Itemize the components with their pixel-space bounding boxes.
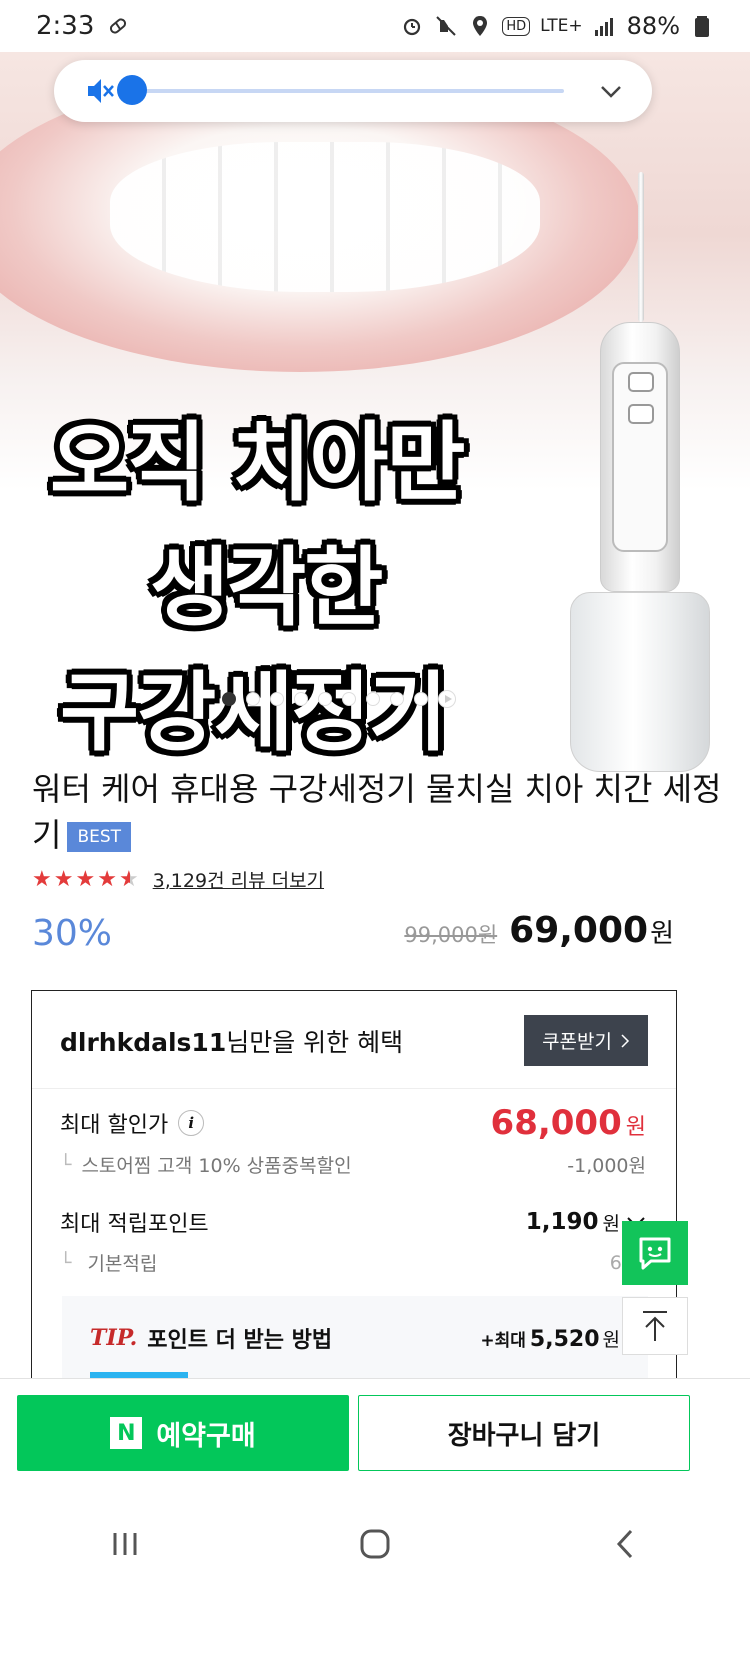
star-icon: ★ xyxy=(53,866,74,892)
tip-value: 5,520 xyxy=(529,1326,600,1352)
rating-row: ★ ★ ★ ★ ★ 3,129건 리뷰 더보기 xyxy=(32,866,324,893)
info-icon[interactable]: i xyxy=(178,1110,205,1136)
currency-unit: 원 xyxy=(602,1212,620,1235)
tip-prefix: +최대 xyxy=(480,1330,526,1351)
pill-icon xyxy=(110,18,127,34)
talk-talk-button[interactable] xyxy=(622,1221,688,1285)
max-point-row[interactable]: 최대 적립포인트 1,190 원 xyxy=(60,1206,646,1238)
store-discount-row: └ 스토어찜 고객 10% 상품중복할인 -1,000원 xyxy=(60,1151,646,1178)
home-button[interactable] xyxy=(345,1514,405,1574)
original-price: 99,000원 xyxy=(404,923,498,947)
volume-slider[interactable] xyxy=(117,75,564,105)
currency-unit: 원 xyxy=(625,1115,646,1140)
store-discount-amount: -1,000원 xyxy=(567,1155,646,1177)
arrow-up-icon xyxy=(643,1311,667,1341)
discount-rate: 30% xyxy=(32,913,113,954)
chevron-right-icon xyxy=(621,1033,630,1048)
benefit-box: dlrhkdals11님만을 위한 혜택 쿠폰받기 최대 할인가 i 68,00… xyxy=(31,990,677,1410)
basic-point-label: 기본적립 xyxy=(87,1253,158,1275)
android-nav-bar xyxy=(0,1488,750,1666)
status-bar: 2:33 HD LTE+ 88% xyxy=(0,0,750,52)
purchase-bar: N 예약구매 장바구니 담기 xyxy=(0,1378,750,1488)
hd-indicator: HD xyxy=(502,16,531,36)
buy-button[interactable]: N 예약구매 xyxy=(17,1395,349,1471)
carousel-dot[interactable] xyxy=(222,692,236,706)
back-button[interactable] xyxy=(595,1514,655,1574)
coupon-button[interactable]: 쿠폰받기 xyxy=(524,1015,648,1066)
buy-button-label: 예약구매 xyxy=(156,1420,256,1452)
volume-panel xyxy=(54,60,652,122)
carousel-dot[interactable] xyxy=(270,692,284,706)
star-icon: ★ xyxy=(75,866,96,892)
carousel-dot[interactable] xyxy=(390,692,404,706)
best-badge: BEST xyxy=(67,822,132,852)
tree-branch-icon: └ xyxy=(60,1153,72,1176)
mute-icon[interactable] xyxy=(82,73,118,109)
home-icon xyxy=(360,1529,390,1559)
carousel-dot[interactable] xyxy=(246,692,260,706)
tip-text: 포인트 더 받는 방법 xyxy=(147,1328,333,1353)
battery-icon xyxy=(695,16,709,37)
water-flosser-graphic xyxy=(570,122,720,782)
network-indicator: LTE+ xyxy=(540,16,583,36)
max-point-label: 최대 적립포인트 xyxy=(60,1212,209,1237)
price-area: 99,000원 69,000원 xyxy=(404,910,674,951)
tree-branch-icon: └ xyxy=(60,1251,72,1274)
tip-label: TIP. xyxy=(90,1325,138,1351)
cart-button[interactable]: 장바구니 담기 xyxy=(358,1395,690,1471)
benefit-title: dlrhkdals11님만을 위한 혜택 xyxy=(60,1023,403,1059)
star-icon: ★ xyxy=(97,866,117,892)
back-icon xyxy=(616,1529,633,1559)
cart-button-label: 장바구니 담기 xyxy=(447,1420,601,1451)
play-icon[interactable] xyxy=(438,690,456,708)
star-icon: ★ xyxy=(32,866,52,892)
max-discount-row: 최대 할인가 i 68,000 원 xyxy=(60,1103,646,1143)
carousel-dot[interactable] xyxy=(414,692,428,706)
currency-unit: 원 xyxy=(602,1328,620,1351)
sale-price: 69,000 xyxy=(509,910,649,951)
product-title-text: 워터 케어 휴대용 구강세정기 물치실 치아 치간 세정기 xyxy=(32,770,722,854)
max-discount-label: 최대 할인가 xyxy=(60,1113,169,1138)
volume-knob[interactable] xyxy=(117,75,147,105)
half-star-icon: ★ xyxy=(118,866,139,892)
chat-icon xyxy=(639,1237,671,1270)
review-link[interactable]: 3,129건 리뷰 더보기 xyxy=(153,866,324,893)
carousel-dot[interactable] xyxy=(294,692,308,706)
location-icon xyxy=(473,16,488,36)
chevron-down-icon[interactable] xyxy=(598,78,624,104)
currency-unit: 원 xyxy=(650,919,674,949)
benefit-header: dlrhkdals11님만을 위한 혜택 쿠폰받기 xyxy=(32,991,676,1089)
store-discount-label: 스토어찜 고객 10% 상품중복할인 xyxy=(81,1155,352,1177)
carousel-dot[interactable] xyxy=(342,692,356,706)
naver-n-logo: N xyxy=(110,1417,143,1449)
carousel-dot[interactable] xyxy=(366,692,380,706)
benefit-title-suffix: 님만을 위한 혜택 xyxy=(226,1027,404,1057)
alarm-icon xyxy=(404,18,421,36)
vibrate-off-icon xyxy=(436,16,457,36)
carousel-dot[interactable] xyxy=(318,692,332,706)
product-image-carousel[interactable]: 오직 치아만 생각한 구강세정기 xyxy=(0,52,750,782)
max-discount-price: 68,000 xyxy=(490,1103,622,1143)
status-time: 2:33 xyxy=(36,11,95,41)
teeth-graphic xyxy=(110,142,540,292)
basic-point-row: └ 기본적립 690 xyxy=(60,1249,646,1276)
coupon-button-label: 쿠폰받기 xyxy=(542,1031,612,1053)
recent-apps-button[interactable] xyxy=(95,1514,155,1574)
star-rating: ★ ★ ★ ★ ★ xyxy=(32,866,139,892)
hero-text-line-2: 생각한 xyxy=(150,538,383,638)
product-title: 워터 케어 휴대용 구강세정기 물치실 치아 치간 세정기 BEST xyxy=(32,766,722,858)
carousel-dots xyxy=(222,690,456,708)
hero-text-line-1: 오직 치아만 xyxy=(50,413,466,513)
signal-icon xyxy=(594,18,613,36)
battery-percent: 88% xyxy=(626,12,680,40)
recent-apps-icon xyxy=(113,1533,137,1555)
scroll-top-button[interactable] xyxy=(622,1297,688,1355)
user-id: dlrhkdals11 xyxy=(60,1027,227,1057)
max-point-value: 1,190 xyxy=(525,1209,599,1235)
